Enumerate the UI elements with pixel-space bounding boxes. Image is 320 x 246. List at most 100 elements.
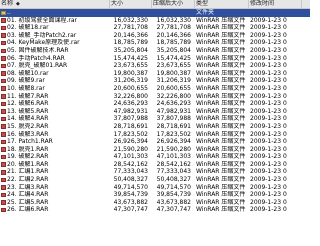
file-compressed-size: 16,032,330	[156, 16, 191, 24]
file-name: 17. Patch1.RAR	[7, 138, 53, 146]
file-type: WinRAR 压缩文件	[196, 39, 246, 47]
file-size: 21,590,280	[113, 145, 148, 153]
rar-archive-icon	[1, 116, 6, 122]
file-compressed-size: 27,781,708	[156, 24, 191, 32]
file-row[interactable]: 03. 破解_手动Patch2.rar 20,146,366 20,146,366 W…	[0, 32, 310, 40]
file-size: 17,823,502	[113, 130, 148, 138]
file-type: WinRAR 压缩文件	[196, 24, 246, 32]
file-compressed-size: 28,542,162	[156, 160, 191, 168]
file-name-cell: 20. 破解1.RAR	[0, 161, 110, 169]
file-size: 47,101,303	[113, 153, 148, 161]
file-size: 43,673,882	[113, 198, 148, 206]
file-type: WinRAR 压缩文件	[196, 100, 246, 108]
file-row[interactable]: 22. 汇编2.RAR 50,408,327 50,408,327 WinRAR 压缩…	[0, 176, 310, 184]
rar-archive-icon	[1, 177, 6, 183]
file-name-cell: 06. 手动Patch4.RAR	[0, 55, 110, 63]
column-header-size[interactable]: 大小	[110, 0, 152, 8]
file-mtime: 2009-1-23 0	[250, 24, 287, 32]
file-type: WinRAR 压缩文件	[196, 138, 246, 146]
file-type: WinRAR 压缩文件	[196, 183, 246, 191]
file-compressed-size: 18,785,789	[156, 39, 191, 47]
file-type: WinRAR 压缩文件	[196, 46, 246, 54]
file-row[interactable]: 13. 破解5.RAR 47,982,931 47,982,931 WinRAR 压缩…	[0, 108, 310, 116]
file-row[interactable]: 21. 汇编1.RAR 77,333,043 77,333,043 WinRAR 压缩…	[0, 168, 310, 176]
file-row[interactable]: 24. 汇编4.RAR 39,854,739 39,854,739 WinRAR 压缩…	[0, 191, 310, 199]
file-compressed-size: 21,590,280	[156, 145, 191, 153]
file-row[interactable]: 26. 汇编6.RAR 47,307,747 47,307,747 WinRAR 压缩…	[0, 206, 310, 214]
rar-archive-icon	[1, 101, 6, 107]
file-row[interactable]: 15. 脱壳2.RAR 28,718,691 28,718,691 WinRAR 压缩…	[0, 123, 310, 131]
rar-archive-icon	[1, 200, 6, 205]
file-name: 07. 脱壳_破解01.RAR	[7, 62, 68, 70]
file-row[interactable]: 01. 初级驾驶全面课程.rar 16,032,330 16,032,330 WinR…	[0, 17, 310, 25]
column-header-modified-time[interactable]: 修改时间	[249, 0, 302, 8]
column-header-compressed-size[interactable]: 压缩后大小	[152, 0, 195, 8]
file-compressed-size: 35,205,804	[156, 46, 191, 54]
file-size: 28,718,691	[113, 122, 148, 130]
rar-archive-icon	[1, 18, 6, 23]
file-name-cell: 13. 破解5.RAR	[0, 108, 110, 116]
column-header-name[interactable]: 名称 ◆	[0, 0, 110, 8]
file-name: 21. 汇编1.RAR	[7, 168, 49, 176]
file-row[interactable]: 08. 破解10.rar 19,800,387 19,800,387 WinRAR 压…	[0, 70, 310, 78]
file-name: 14. 破解4.RAR	[7, 115, 49, 123]
file-type: WinRAR 压缩文件	[196, 145, 246, 153]
file-size	[110, 9, 152, 17]
file-row[interactable]: 11. 破解7.RAR 32,226,800 32,226,800 WinRAR 压缩…	[0, 93, 310, 101]
file-row[interactable]: 10. 破解8.rar 20,600,655 20,600,655 WinRAR 压缩…	[0, 85, 310, 93]
file-type: WinRAR 压缩文件	[196, 176, 246, 184]
file-name: 13. 破解5.RAR	[7, 107, 49, 115]
file-mtime: 2009-1-23 0	[250, 176, 287, 184]
file-name-cell: 15. 脱壳2.RAR	[0, 123, 110, 131]
file-row[interactable]: 16. 破解3.RAR 17,823,502 17,823,502 WinRAR 压缩…	[0, 131, 310, 139]
file-row[interactable]: 06. 手动Patch4.RAR 15,474,425 15,474,425 WinR…	[0, 55, 310, 63]
file-mtime: 2009-1-23 0	[250, 62, 287, 70]
file-compressed-size: 24,636,293	[156, 100, 191, 108]
file-row[interactable]: 25. 汇编5.RAR 43,673,882 43,673,882 WinRAR 压缩…	[0, 199, 310, 207]
file-mtime: 2009-1-23 0	[250, 84, 287, 92]
file-type: WinRAR 压缩文件	[196, 16, 246, 24]
file-row[interactable]: 23. 汇编3.RAR 49,714,570 49,714,570 WinRAR 压缩…	[0, 184, 310, 192]
file-size: 37,807,988	[113, 115, 148, 123]
file-type: WinRAR 压缩文件	[196, 107, 246, 115]
file-name: 08. 破解10.rar	[7, 69, 49, 77]
file-row[interactable]: 02. 破解18.rar 27,781,708 27,781,708 WinRAR 压…	[0, 24, 310, 32]
file-name-cell: 21. 汇编1.RAR	[0, 168, 110, 176]
file-name-cell: 19. 破解2.RAR	[0, 153, 110, 161]
file-compressed-size: 49,714,570	[156, 183, 191, 191]
file-name: 25. 汇编5.RAR	[7, 198, 49, 206]
file-row[interactable]: 18. 脱壳1.RAR 21,590,280 21,590,280 WinRAR 压缩…	[0, 146, 310, 154]
file-compressed-size: 37,807,988	[156, 115, 191, 123]
file-compressed-size: 39,854,739	[156, 191, 191, 199]
file-name: 24. 汇编4.RAR	[7, 191, 49, 199]
parent-folder-row[interactable]: .. 文件夹	[0, 9, 310, 17]
file-size: 18,785,789	[113, 39, 148, 47]
file-row[interactable]: 20. 破解1.RAR 28,542,162 28,542,162 WinRAR 压缩…	[0, 161, 310, 169]
file-compressed-size: 26,926,394	[156, 138, 191, 146]
file-type: WinRAR 压缩文件	[196, 198, 246, 206]
file-row[interactable]: 19. 破解2.RAR 47,101,303 47,101,303 WinRAR 压缩…	[0, 153, 310, 161]
file-name: 10. 破解8.rar	[7, 84, 45, 92]
file-row[interactable]: 14. 破解4.RAR 37,807,988 37,807,988 WinRAR 压缩…	[0, 115, 310, 123]
rar-archive-icon	[1, 170, 6, 175]
file-row[interactable]: 17. Patch1.RAR 26,926,394 26,926,394 WinRAR…	[0, 138, 310, 146]
file-row[interactable]: 04. KeyMake原理及使.rar 18,785,789 18,785,789 W…	[0, 39, 310, 47]
file-row[interactable]: 05. 固件破解技术.RAR 35,205,804 35,205,804 WinRAR…	[0, 47, 310, 55]
file-compressed-size: 43,673,882	[156, 198, 191, 206]
file-rows: 01. 初级驾驶全面课程.rar 16,032,330 16,032,330 WinR…	[0, 17, 310, 214]
folder-icon	[1, 10, 6, 16]
file-size: 26,926,394	[113, 138, 148, 146]
file-size: 19,800,387	[113, 69, 148, 77]
rar-archive-icon	[1, 185, 6, 190]
file-name-cell: 02. 破解18.rar	[0, 24, 110, 32]
rar-archive-icon	[1, 48, 6, 54]
file-name-cell: 23. 汇编3.RAR	[0, 184, 110, 192]
rar-archive-icon	[1, 154, 6, 160]
file-row[interactable]: 07. 脱壳_破解01.RAR 23,673,655 23,673,655 WinRA…	[0, 62, 310, 70]
file-row[interactable]: 09. 破解9.rar 31,206,319 31,206,319 WinRAR 压缩…	[0, 77, 310, 85]
rar-archive-icon	[1, 40, 6, 46]
file-size: 39,854,739	[113, 191, 148, 199]
file-type: WinRAR 压缩文件	[196, 84, 246, 92]
file-row[interactable]: 12. 破解6.RAR 24,636,293 24,636,293 WinRAR 压缩…	[0, 100, 310, 108]
column-header-type[interactable]: 类型	[195, 0, 249, 8]
